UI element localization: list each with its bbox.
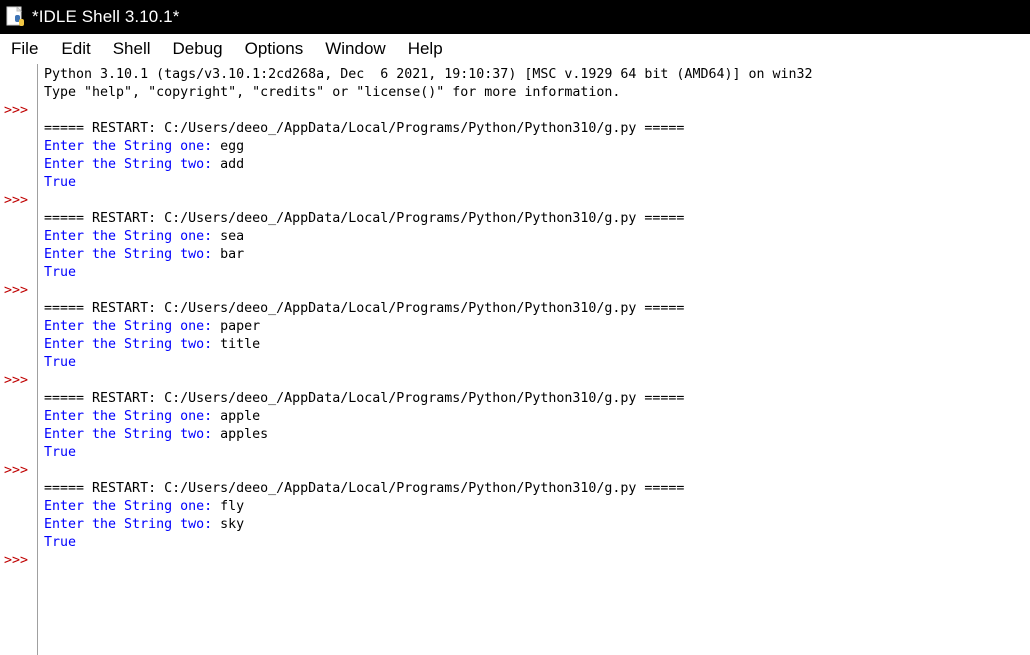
- input-prompt: Enter the String one:: [44, 229, 221, 244]
- result-output: True: [44, 355, 77, 370]
- user-input: paper: [220, 319, 261, 334]
- user-input: apples: [220, 427, 269, 442]
- input-prompt: Enter the String two:: [44, 247, 221, 262]
- result-output: True: [44, 265, 77, 280]
- input-line: Enter the String two: sky: [44, 516, 244, 534]
- shell-prompt: >>>: [4, 553, 29, 568]
- menu-debug[interactable]: Debug: [173, 39, 223, 59]
- input-line: Enter the String two: apples: [44, 426, 268, 444]
- shell-prompt: >>>: [4, 463, 29, 478]
- user-input: sky: [220, 517, 245, 532]
- input-prompt: Enter the String one:: [44, 319, 221, 334]
- input-line: Enter the String one: apple: [44, 408, 260, 426]
- input-line: Enter the String two: title: [44, 336, 260, 354]
- input-prompt: Enter the String two:: [44, 157, 221, 172]
- input-line: Enter the String one: egg: [44, 138, 244, 156]
- input-prompt: Enter the String two:: [44, 427, 221, 442]
- shell-output[interactable]: Python 3.10.1 (tags/v3.10.1:2cd268a, Dec…: [44, 64, 1029, 655]
- input-line: Enter the String one: sea: [44, 228, 244, 246]
- result-output: True: [44, 535, 77, 550]
- shell-prompt: >>>: [4, 373, 29, 388]
- menu-help[interactable]: Help: [408, 39, 443, 59]
- restart-line: ===== RESTART: C:/Users/deeo_/AppData/Lo…: [44, 121, 685, 136]
- restart-line: ===== RESTART: C:/Users/deeo_/AppData/Lo…: [44, 391, 685, 406]
- input-line: Enter the String one: paper: [44, 318, 260, 336]
- python-idle-icon[interactable]: [5, 6, 27, 28]
- input-line: Enter the String one: fly: [44, 498, 244, 516]
- user-input: egg: [220, 139, 245, 154]
- menu-options[interactable]: Options: [245, 39, 304, 59]
- shell-prompt: >>>: [4, 193, 29, 208]
- menu-window[interactable]: Window: [325, 39, 385, 59]
- input-line: Enter the String two: bar: [44, 246, 244, 264]
- menu-bar: File Edit Shell Debug Options Window Hel…: [0, 34, 1030, 64]
- user-input: title: [220, 337, 261, 352]
- user-input: bar: [220, 247, 245, 262]
- input-prompt: Enter the String two:: [44, 337, 221, 352]
- input-prompt: Enter the String one:: [44, 499, 221, 514]
- input-prompt: Enter the String one:: [44, 139, 221, 154]
- menu-edit[interactable]: Edit: [61, 39, 90, 59]
- restart-line: ===== RESTART: C:/Users/deeo_/AppData/Lo…: [44, 481, 685, 496]
- prompt-sidebar: >>> >>> >>> >>> >>> >>>: [0, 64, 38, 655]
- title-bar[interactable]: *IDLE Shell 3.10.1*: [0, 0, 1030, 34]
- input-prompt: Enter the String two:: [44, 517, 221, 532]
- result-output: True: [44, 445, 77, 460]
- shell-editor[interactable]: >>> >>> >>> >>> >>> >>> Python 3.10.1 (t…: [0, 64, 1030, 655]
- shell-prompt: >>>: [4, 103, 29, 118]
- user-input: add: [220, 157, 245, 172]
- user-input: sea: [220, 229, 245, 244]
- restart-line: ===== RESTART: C:/Users/deeo_/AppData/Lo…: [44, 211, 685, 226]
- input-line: Enter the String two: add: [44, 156, 244, 174]
- banner-line: Python 3.10.1 (tags/v3.10.1:2cd268a, Dec…: [44, 67, 813, 82]
- window-title: *IDLE Shell 3.10.1*: [32, 7, 180, 26]
- menu-file[interactable]: File: [11, 39, 38, 59]
- restart-line: ===== RESTART: C:/Users/deeo_/AppData/Lo…: [44, 301, 685, 316]
- user-input: apple: [220, 409, 261, 424]
- user-input: fly: [220, 499, 245, 514]
- result-output: True: [44, 175, 77, 190]
- banner-line: Type "help", "copyright", "credits" or "…: [44, 85, 621, 100]
- input-prompt: Enter the String one:: [44, 409, 221, 424]
- shell-prompt: >>>: [4, 283, 29, 298]
- menu-shell[interactable]: Shell: [113, 39, 151, 59]
